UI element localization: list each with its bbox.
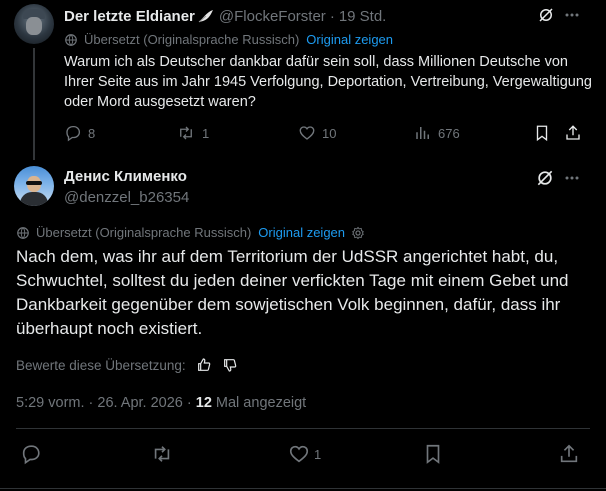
view-count: 12 — [195, 395, 212, 411]
parent-tweet-header: Der letzte Eldianer @FlockeForster · 19 … — [64, 6, 386, 26]
share-button[interactable] — [558, 443, 580, 465]
separator-dot: · — [329, 7, 335, 25]
repost-button[interactable]: 1 — [176, 124, 209, 142]
author-handle[interactable]: @denzzel_b26354 — [64, 189, 189, 206]
tweet-meta: 5:29 vorm. · 26. Apr. 2026 · 12 Mal ange… — [16, 395, 306, 411]
reply-count: 8 — [88, 125, 96, 141]
reply-icon — [22, 445, 40, 465]
share-icon — [560, 444, 578, 463]
like-button[interactable]: 10 — [298, 124, 336, 142]
share-button[interactable] — [564, 124, 582, 142]
views-label: Mal angezeigt — [211, 395, 307, 411]
tweet-timestamp[interactable]: 5:29 vorm. · 26. Apr. 2026 · — [16, 395, 196, 411]
show-original-link[interactable]: Original zeigen — [306, 32, 393, 47]
parent-tweet[interactable]: Der letzte Eldianer @FlockeForster · 19 … — [0, 0, 606, 160]
views-button[interactable]: 676 — [414, 124, 460, 142]
reply-button[interactable]: 8 — [64, 124, 95, 142]
rate-translation-label: Bewerte diese Übersetzung: — [16, 357, 186, 373]
author-handle[interactable]: @FlockeForster — [219, 8, 326, 25]
tweet-text: Nach dem, was ihr auf dem Territorium de… — [16, 247, 569, 338]
repost-count: 1 — [202, 125, 210, 141]
thread-connector-line — [33, 48, 35, 160]
show-original-link[interactable]: Original zeigen — [258, 225, 345, 240]
bookmark-icon — [426, 444, 440, 464]
grok-icon[interactable] — [535, 168, 555, 188]
bookmark-icon — [536, 125, 548, 142]
globe-icon — [16, 226, 30, 240]
thumbs-down-icon[interactable] — [222, 357, 238, 373]
translation-notice: Übersetzt (Originalsprache Russisch) Ori… — [16, 225, 365, 240]
feather-icon — [197, 8, 215, 24]
tweet-time[interactable]: 19 Std. — [339, 8, 387, 25]
bookmark-button[interactable] — [422, 443, 444, 465]
settings-icon[interactable] — [351, 226, 365, 240]
more-icon[interactable] — [564, 6, 580, 24]
share-icon — [566, 125, 580, 140]
tweet-text: Warum ich als Deutscher dankbar dafür se… — [64, 54, 592, 110]
bookmark-button[interactable] — [533, 124, 551, 142]
repost-button[interactable] — [151, 443, 173, 465]
like-button[interactable]: 1 — [288, 443, 321, 465]
tweet-actions: 8 1 10 676 — [64, 124, 584, 146]
globe-icon — [64, 33, 78, 47]
like-count: 10 — [322, 125, 337, 141]
rate-translation: Bewerte diese Übersetzung: — [16, 357, 238, 373]
reply-button[interactable] — [20, 443, 42, 465]
author-name[interactable]: Der letzte Eldianer — [64, 8, 195, 25]
translation-label: Übersetzt (Originalsprache Russisch) — [36, 225, 252, 240]
tweet-actions: 1 — [16, 443, 590, 467]
avatar[interactable] — [14, 166, 54, 206]
like-icon — [299, 126, 315, 140]
like-icon — [289, 445, 309, 463]
more-icon[interactable] — [564, 169, 580, 187]
like-count: 1 — [314, 446, 322, 462]
grok-icon[interactable] — [537, 6, 555, 24]
thumbs-up-icon[interactable] — [196, 357, 212, 373]
repost-icon — [154, 446, 170, 462]
reply-icon — [66, 125, 81, 142]
author-name[interactable]: Денис Клименко — [64, 168, 187, 185]
divider — [16, 428, 590, 429]
views-icon — [416, 127, 429, 139]
divider — [0, 488, 606, 489]
view-count: 676 — [438, 125, 460, 141]
translation-label: Übersetzt (Originalsprache Russisch) — [84, 32, 300, 47]
avatar[interactable] — [14, 4, 54, 44]
repost-icon — [180, 126, 192, 140]
translation-notice: Übersetzt (Originalsprache Russisch) Ori… — [64, 32, 393, 47]
